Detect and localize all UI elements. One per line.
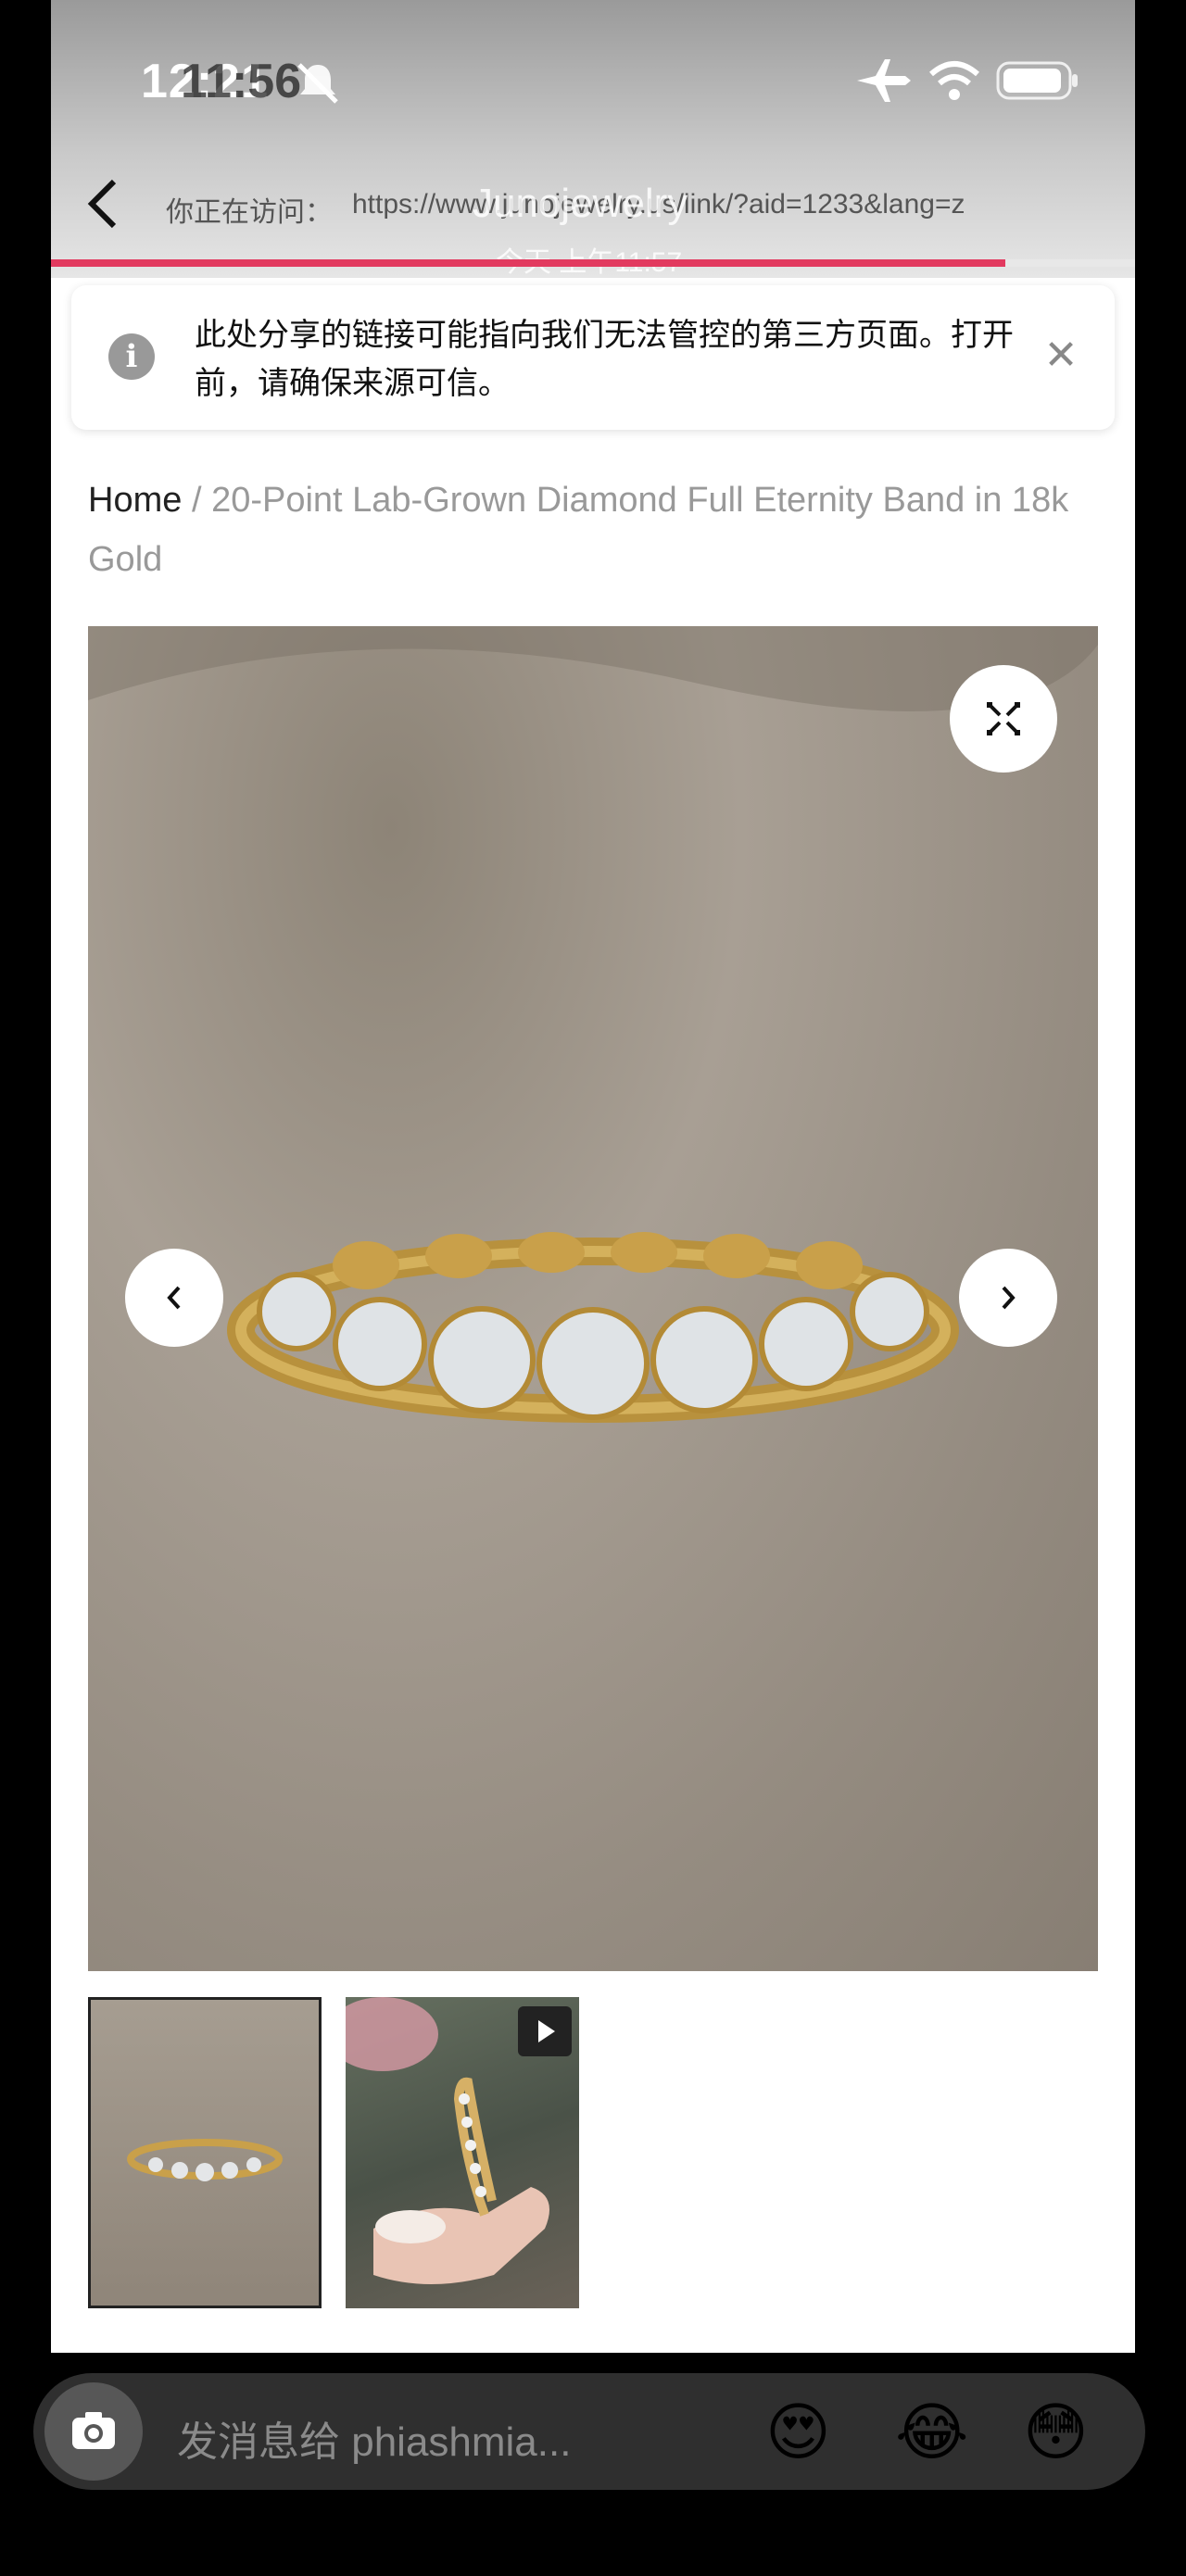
previous-image-button[interactable] bbox=[125, 1249, 223, 1347]
breadcrumb-current: 20-Point Lab-Grown Diamond Full Eternity… bbox=[88, 481, 1069, 579]
airplane-icon bbox=[857, 59, 911, 102]
battery-icon bbox=[996, 61, 1078, 100]
wifi-icon bbox=[929, 61, 979, 100]
expand-icon bbox=[987, 702, 1020, 735]
message-bar: 发消息给 phiashmia... 😍 😂 😳 bbox=[0, 2353, 1186, 2576]
play-icon bbox=[518, 2006, 572, 2056]
ring-photo bbox=[88, 626, 1098, 1423]
breadcrumb-home[interactable]: Home bbox=[88, 481, 182, 520]
camera-icon bbox=[72, 2412, 115, 2449]
info-icon: i bbox=[108, 333, 155, 380]
chevron-right-icon bbox=[1002, 1286, 1016, 1310]
heart-eyes-emoji-button[interactable]: 😍 bbox=[765, 2397, 831, 2468]
chevron-left-icon bbox=[167, 1286, 181, 1310]
camera-button[interactable] bbox=[44, 2382, 143, 2481]
next-image-button[interactable] bbox=[959, 1249, 1057, 1347]
laughing-emoji-button[interactable]: 😂 bbox=[895, 2397, 968, 2468]
status-time-overlay: 11:56 bbox=[181, 55, 302, 108]
message-input-container: 发消息给 phiashmia... 😍 😂 😳 bbox=[33, 2373, 1145, 2490]
thumbnail-image-1[interactable] bbox=[88, 1997, 322, 2308]
flushed-emoji-button[interactable]: 😳 bbox=[1023, 2397, 1089, 2468]
message-input[interactable]: 发消息给 phiashmia... bbox=[177, 2408, 571, 2468]
breadcrumb-separator: / bbox=[191, 481, 202, 520]
close-icon[interactable]: ✕ bbox=[1035, 330, 1087, 382]
status-icons bbox=[853, 57, 1079, 104]
back-button[interactable] bbox=[79, 176, 125, 232]
product-main-image[interactable] bbox=[88, 626, 1098, 1971]
browser-header: 12:21 11:56 你正在访问： https://www.junojewel… bbox=[51, 0, 1135, 278]
overlay-sender-name: Junojewelry bbox=[473, 181, 688, 226]
bell-muted-icon bbox=[297, 63, 338, 104]
expand-image-button[interactable] bbox=[950, 665, 1057, 773]
phone-screen: 12:21 11:56 你正在访问： https://www.junojewel… bbox=[51, 0, 1135, 2353]
progress-fill bbox=[51, 259, 1005, 267]
breadcrumb: Home / 20-Point Lab-Grown Diamond Full E… bbox=[88, 471, 1098, 589]
third-party-link-notice: i 此处分享的链接可能指向我们无法管控的第三方页面。打开前，请确保来源可信。 ✕ bbox=[71, 285, 1115, 430]
visit-label: 你正在访问： bbox=[166, 197, 333, 228]
thumbnail-video[interactable] bbox=[346, 1997, 579, 2308]
notice-text: 此处分享的链接可能指向我们无法管控的第三方页面。打开前，请确保来源可信。 bbox=[195, 318, 1014, 401]
loading-progress-bar bbox=[51, 259, 1135, 267]
thumbnail-ring-photo bbox=[127, 2139, 283, 2181]
